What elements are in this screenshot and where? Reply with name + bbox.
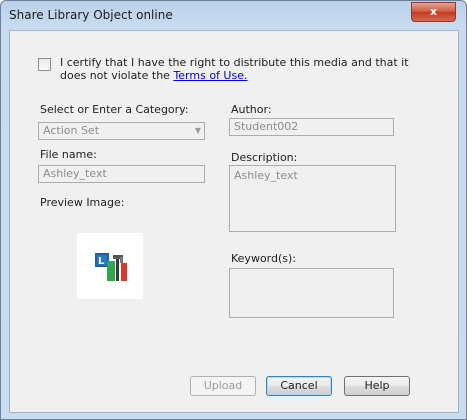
svg-text:L: L xyxy=(98,256,105,267)
preview-image-label: Preview Image: xyxy=(40,196,125,209)
description-label: Description: xyxy=(231,151,298,164)
upload-button[interactable]: Upload xyxy=(190,376,256,396)
action-set-icon: L xyxy=(95,253,127,281)
dialog-client-area: I certify that I have the right to distr… xyxy=(9,30,459,413)
author-value: Student002 xyxy=(234,120,299,133)
dialog-window: Share Library Object online x I certify … xyxy=(0,0,467,420)
category-value: Action Set xyxy=(43,124,100,137)
chevron-down-icon[interactable]: ▼ xyxy=(195,123,201,139)
cancel-button[interactable]: Cancel xyxy=(266,376,332,396)
description-value: Ashley_text xyxy=(234,169,298,182)
description-field[interactable]: Ashley_text xyxy=(229,165,396,232)
category-combobox[interactable]: Action Set ▼ xyxy=(38,122,205,140)
file-name-label: File name: xyxy=(40,148,97,161)
author-label: Author: xyxy=(231,103,272,116)
certify-checkbox[interactable] xyxy=(38,58,51,71)
preview-image: L xyxy=(77,233,143,299)
close-icon: x xyxy=(429,5,438,18)
keywords-label: Keyword(s): xyxy=(231,252,297,265)
category-label: Select or Enter a Category: xyxy=(40,103,189,116)
dialog-title: Share Library Object online xyxy=(9,8,173,22)
author-field[interactable]: Student002 xyxy=(229,118,394,136)
terms-of-use-link[interactable]: Terms of Use. xyxy=(173,69,247,82)
keywords-field[interactable] xyxy=(229,268,394,318)
close-button[interactable]: x xyxy=(411,2,456,22)
help-button[interactable]: Help xyxy=(344,376,410,396)
file-name-field[interactable]: Ashley_text xyxy=(38,165,205,183)
file-name-value: Ashley_text xyxy=(43,167,107,180)
certify-text: I certify that I have the right to distr… xyxy=(60,56,430,82)
